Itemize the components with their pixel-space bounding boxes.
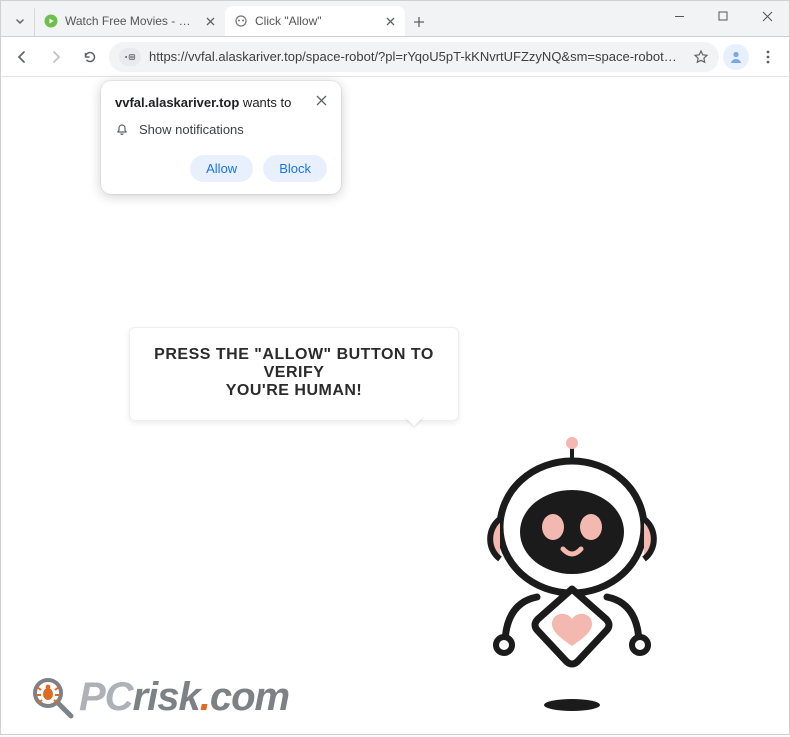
bookmark-star-icon[interactable] xyxy=(693,49,709,65)
close-icon[interactable] xyxy=(383,14,397,28)
bubble-line1: PRESS THE "ALLOW" BUTTON TO VERIFY xyxy=(146,346,442,382)
site-settings-icon[interactable] xyxy=(119,48,141,66)
close-icon[interactable] xyxy=(316,95,327,106)
tab-active[interactable]: Click "Allow" xyxy=(225,6,405,36)
prompt-domain: vvfal.alaskariver.top xyxy=(115,95,239,110)
bubble-line2: YOU'RE HUMAN! xyxy=(146,382,442,400)
forward-button[interactable] xyxy=(41,42,71,72)
robot-illustration xyxy=(467,437,677,717)
block-button[interactable]: Block xyxy=(263,155,327,182)
tab-label: Click "Allow" xyxy=(255,14,377,28)
browser-toolbar: https://vvfal.alaskariver.top/space-robo… xyxy=(1,37,789,77)
close-icon[interactable] xyxy=(203,14,217,28)
watermark-text: PCrisk.com xyxy=(79,675,289,720)
tab-inactive[interactable]: Watch Free Movies - 123movie xyxy=(35,6,225,36)
allow-button[interactable]: Allow xyxy=(190,155,253,182)
tab-search-button[interactable] xyxy=(5,8,35,36)
reload-button[interactable] xyxy=(75,42,105,72)
play-icon xyxy=(43,13,59,29)
window-controls xyxy=(657,1,789,31)
notification-permission-prompt: vvfal.alaskariver.top wants to Show noti… xyxy=(101,81,341,194)
close-window-button[interactable] xyxy=(745,1,789,31)
minimize-button[interactable] xyxy=(657,1,701,31)
prompt-notification-label: Show notifications xyxy=(139,122,244,137)
pcrisk-watermark: PCrisk.com xyxy=(31,675,289,720)
url-text: https://vvfal.alaskariver.top/space-robo… xyxy=(149,49,685,64)
address-bar[interactable]: https://vvfal.alaskariver.top/space-robo… xyxy=(109,42,719,72)
back-button[interactable] xyxy=(7,42,37,72)
page-content: vvfal.alaskariver.top wants to Show noti… xyxy=(1,77,789,734)
profile-avatar[interactable] xyxy=(723,44,749,70)
prompt-wants: wants to xyxy=(239,95,291,110)
verify-human-bubble: PRESS THE "ALLOW" BUTTON TO VERIFY YOU'R… xyxy=(129,327,459,421)
bell-icon xyxy=(115,123,129,137)
maximize-button[interactable] xyxy=(701,1,745,31)
browser-titlebar: Watch Free Movies - 123movie Click "Allo… xyxy=(1,1,789,37)
robot-favicon-icon xyxy=(233,13,249,29)
magnifier-bug-icon xyxy=(31,676,75,720)
kebab-menu-icon[interactable] xyxy=(753,42,783,72)
tab-label: Watch Free Movies - 123movie xyxy=(65,14,197,28)
new-tab-button[interactable] xyxy=(405,8,433,36)
